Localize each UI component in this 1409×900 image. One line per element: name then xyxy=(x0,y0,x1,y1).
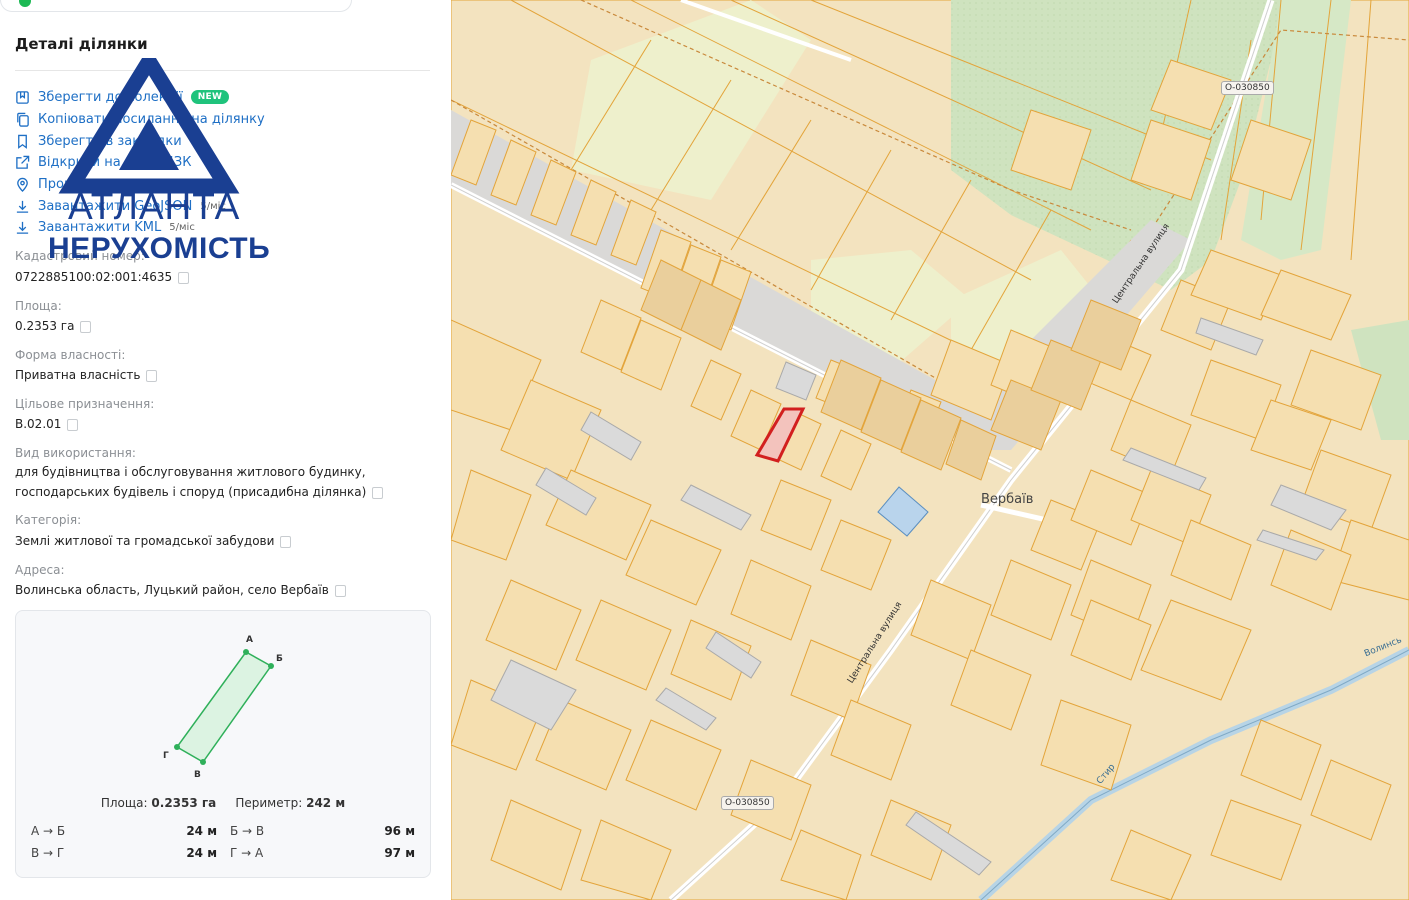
ownership-label: Форма власності: xyxy=(15,348,126,362)
segment-value: 24 м xyxy=(186,846,217,860)
brand-icon xyxy=(19,0,31,7)
parcel-shape-polygon xyxy=(175,651,273,763)
segment-label: А → Б xyxy=(31,824,66,838)
usage-label: Вид використання: xyxy=(15,446,136,460)
shape-area: 0.2353 га xyxy=(151,796,217,810)
road-code-badge: О-030850 xyxy=(1221,81,1274,95)
segment-value: 97 м xyxy=(384,846,415,860)
open-dzk-button[interactable]: Відкрити на сайті ДЗК xyxy=(15,153,191,171)
panel-title: Деталі ділянки xyxy=(15,35,148,53)
action-label: Відкрити на сайті ДЗК xyxy=(38,154,192,170)
vertex-a xyxy=(243,649,249,655)
segment-value: 96 м xyxy=(384,824,415,838)
category-label: Категорія: xyxy=(15,513,82,527)
download-icon xyxy=(15,199,30,214)
address-label: Адреса: xyxy=(15,563,65,577)
purpose-value: В.02.01 xyxy=(15,414,435,434)
search-bar[interactable] xyxy=(0,0,352,12)
parcel-shape-diagram: А Б В Г xyxy=(163,635,283,780)
cadastral-number-value: 0722885100:02:001:4635 xyxy=(15,267,435,287)
ownership-value: Приватна власність xyxy=(15,365,435,385)
action-label: Зберегти в закладки xyxy=(38,133,182,149)
logo-text-bottom: НЕРУХОМІСТЬ xyxy=(48,232,271,265)
copy-icon[interactable] xyxy=(372,486,384,499)
bookmark-collection-icon xyxy=(15,90,30,105)
copy-link-icon xyxy=(15,112,30,127)
purpose-label: Цільове призначення: xyxy=(15,397,155,411)
new-badge: NEW xyxy=(190,90,230,104)
category-value: Землі житлової та громадської забудови xyxy=(15,531,435,551)
segment-value: 24 м xyxy=(186,824,217,838)
vertex-v xyxy=(200,759,206,765)
download-icon xyxy=(15,220,30,235)
parcel-shape-card: А Б В Г Площа: 0.2353 га Периметр: 242 м… xyxy=(15,610,431,878)
segment-label: Г → А xyxy=(230,846,264,860)
logo-text-top: АТЛАНТА xyxy=(68,186,241,227)
shape-summary: Площа: 0.2353 га Периметр: 242 м xyxy=(100,796,346,810)
vertex-label-v: В xyxy=(194,770,201,780)
save-to-collection-button[interactable]: Зберегти до колекції NEW xyxy=(15,88,230,106)
map-canvas[interactable] xyxy=(451,0,1409,900)
copy-icon[interactable] xyxy=(334,584,346,597)
vertex-b xyxy=(268,663,274,669)
copy-icon[interactable] xyxy=(280,535,292,548)
copy-icon[interactable] xyxy=(80,320,92,333)
area-value: 0.2353 га xyxy=(15,316,435,336)
divider xyxy=(15,70,430,71)
location-pin-icon xyxy=(15,177,30,192)
usage-value: для будівництва і обслуговування житлово… xyxy=(15,462,435,502)
cadastral-map[interactable]: Вербаїв Центральна вулиця Центральна вул… xyxy=(451,0,1409,900)
external-link-icon xyxy=(15,155,30,170)
segment-label: В → Г xyxy=(31,846,65,860)
segment-label: Б → В xyxy=(230,824,265,838)
copy-link-button[interactable]: Копіювати посилання на ділянку xyxy=(15,110,265,128)
address-value: Волинська область, Луцький район, село В… xyxy=(15,580,435,600)
action-label: Копіювати посилання на ділянку xyxy=(38,111,265,127)
road-code-badge: О-030850 xyxy=(721,796,774,810)
copy-icon[interactable] xyxy=(146,369,158,382)
copy-icon[interactable] xyxy=(67,418,79,431)
bookmark-icon xyxy=(15,134,30,149)
copy-icon[interactable] xyxy=(178,271,190,284)
vertex-g xyxy=(174,744,180,750)
action-label: Зберегти до колекції xyxy=(38,89,183,105)
bookmark-button[interactable]: Зберегти в закладки xyxy=(15,132,182,150)
vertex-label-b: Б xyxy=(276,654,283,664)
parcel-details-panel: Деталі ділянки Зберегти до колекції NEW … xyxy=(0,0,452,900)
village-label: Вербаїв xyxy=(981,492,1034,507)
vertex-label-g: Г xyxy=(163,751,169,761)
vertex-label-a: А xyxy=(246,635,253,645)
area-label: Площа: xyxy=(15,299,62,313)
shape-perimeter: 242 м xyxy=(306,796,346,810)
